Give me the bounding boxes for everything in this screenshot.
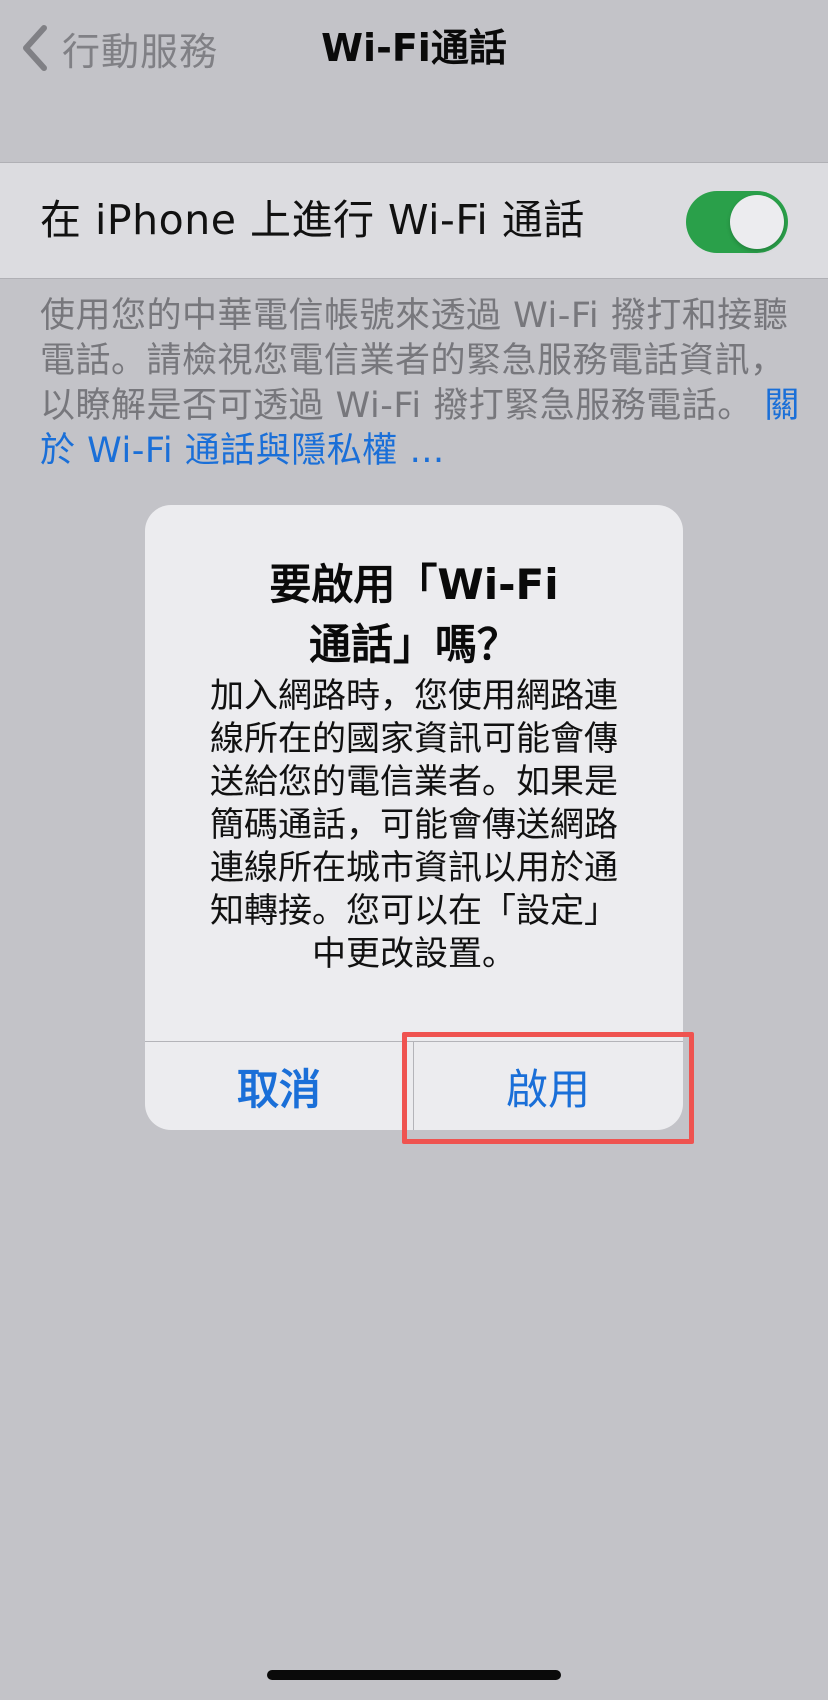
alert-message-line: 簡碼通話，可能會傳送網路 <box>210 805 618 845</box>
alert-message-line: 線所在的國家資訊可能會傳 <box>210 719 618 759</box>
wifi-calling-description: 使用您的中華電信帳號來透過 Wi-Fi 撥打和接聽電話。請檢視您電信業者的緊急服… <box>40 294 800 474</box>
wifi-calling-row: 在 iPhone 上進行 Wi-Fi 通話 <box>0 162 828 279</box>
alert-message: 加入網路時，您使用網路連 線所在的國家資訊可能會傳 送給您的電信業者。如果是 簡… <box>175 675 653 976</box>
toggle-knob <box>730 195 784 249</box>
home-indicator <box>267 1670 561 1680</box>
alert-message-line: 送給您的電信業者。如果是 <box>210 762 618 802</box>
alert-message-line: 中更改設置。 <box>312 934 516 974</box>
alert-message-line: 加入網路時，您使用網路連 <box>210 676 618 716</box>
alert-title-line: 通話」嗎？ <box>308 620 519 669</box>
cancel-button[interactable]: 取消 <box>145 1042 413 1130</box>
alert-message-line: 連線所在城市資訊以用於通 <box>210 848 618 888</box>
navigation-bar: 行動服務 Wi-Fi通話 <box>0 0 828 96</box>
alert-title-line: 要啟用「Wi-Fi <box>269 560 559 609</box>
page-title: Wi-Fi通話 <box>321 26 507 70</box>
wifi-calling-label: 在 iPhone 上進行 Wi-Fi 通話 <box>40 196 585 244</box>
highlight-box <box>402 1032 694 1144</box>
alert-message-line: 知轉接。您可以在「設定」 <box>210 891 618 931</box>
screen: 行動服務 Wi-Fi通話 在 iPhone 上進行 Wi-Fi 通話 使用您的中… <box>0 0 828 1700</box>
wifi-calling-toggle[interactable] <box>686 191 788 253</box>
description-text: 使用您的中華電信帳號來透過 Wi-Fi 撥打和接聽電話。請檢視您電信業者的緊急服… <box>40 296 789 426</box>
alert-title: 要啟用「Wi-Fi 通話」嗎？ <box>185 555 643 675</box>
